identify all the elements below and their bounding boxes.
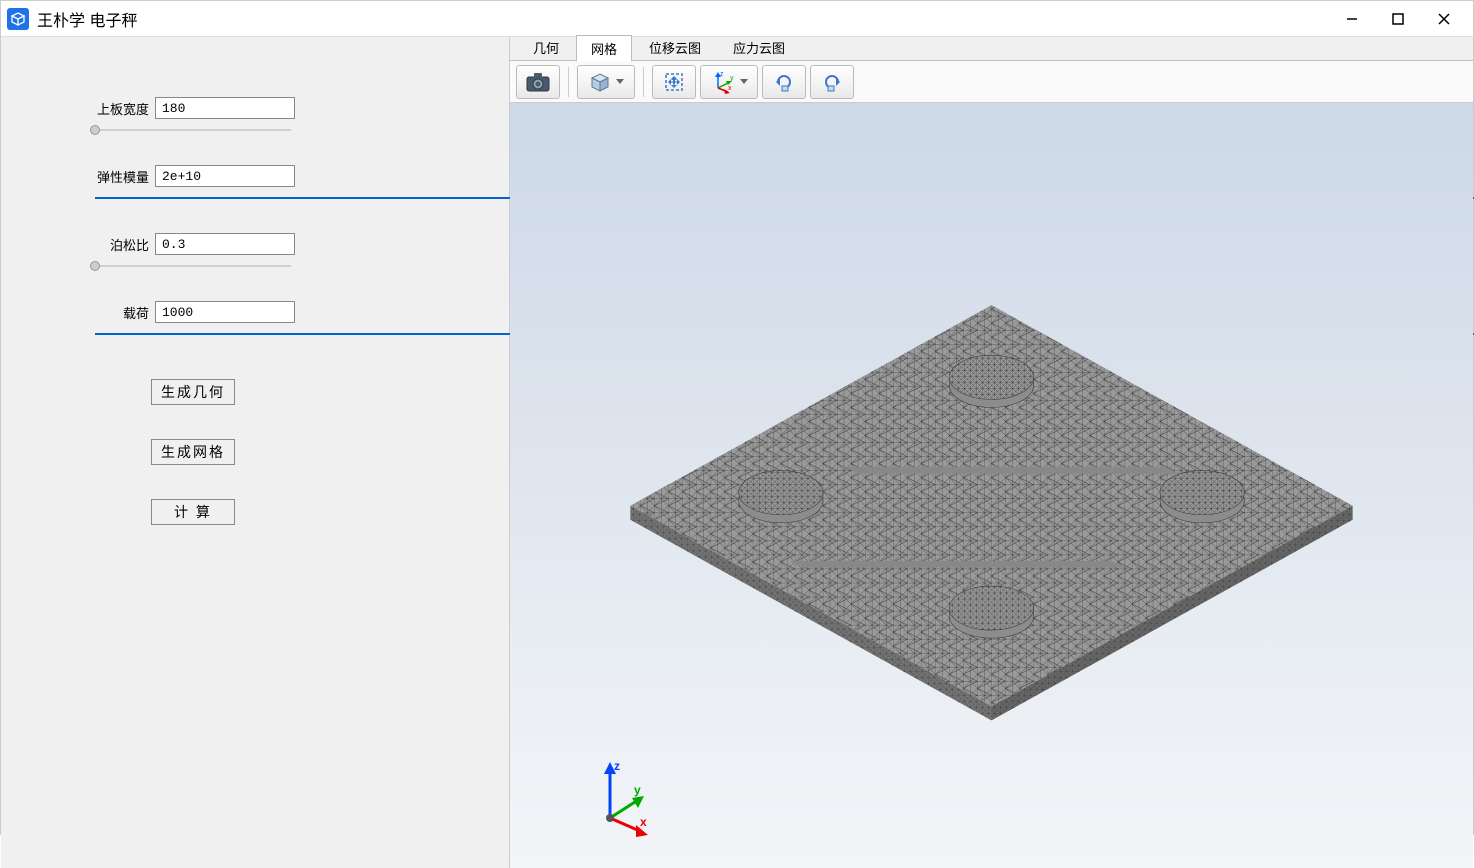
- viewport-3d[interactable]: z y x: [510, 103, 1473, 868]
- rotate-cw-button[interactable]: [810, 65, 854, 99]
- generate-mesh-button[interactable]: 生成网格: [151, 439, 235, 465]
- axis-triad: z y x: [590, 758, 650, 818]
- modulus-slider[interactable]: [95, 193, 291, 203]
- chevron-down-icon: [616, 79, 624, 84]
- load-input[interactable]: [155, 301, 295, 323]
- minimize-button[interactable]: [1329, 1, 1375, 37]
- width-slider[interactable]: [95, 125, 291, 135]
- load-slider[interactable]: [95, 329, 291, 339]
- width-input[interactable]: [155, 97, 295, 119]
- camera-button[interactable]: [516, 65, 560, 99]
- svg-text:x: x: [640, 815, 647, 829]
- sidebar: 上板宽度 弹性模量: [1, 37, 509, 868]
- window-title: 王朴学 电子秤: [37, 7, 137, 31]
- svg-text:x: x: [728, 85, 732, 92]
- tab-stress[interactable]: 应力云图: [718, 34, 800, 60]
- svg-text:y: y: [730, 75, 734, 82]
- svg-text:z: z: [720, 71, 724, 78]
- modulus-label: 弹性模量: [89, 167, 149, 186]
- fit-view-button[interactable]: [652, 65, 696, 99]
- svg-text:z: z: [614, 759, 620, 773]
- maximize-button[interactable]: [1375, 1, 1421, 37]
- poisson-label: 泊松比: [89, 235, 149, 254]
- app-icon: [7, 8, 29, 30]
- tab-displacement[interactable]: 位移云图: [634, 34, 716, 60]
- view-cube-button[interactable]: [577, 65, 635, 99]
- close-button[interactable]: [1421, 1, 1467, 37]
- modulus-input[interactable]: [155, 165, 295, 187]
- poisson-slider[interactable]: [95, 261, 291, 271]
- tab-bar: 几何 网格 位移云图 应力云图: [510, 37, 1473, 61]
- tab-mesh[interactable]: 网格: [576, 35, 632, 61]
- load-label: 载荷: [89, 303, 149, 322]
- poisson-input[interactable]: [155, 233, 295, 255]
- compute-button[interactable]: 计 算: [151, 499, 235, 525]
- main-panel: 几何 网格 位移云图 应力云图: [509, 37, 1473, 868]
- tab-geometry[interactable]: 几何: [518, 34, 574, 60]
- rotate-ccw-button[interactable]: [762, 65, 806, 99]
- toolbar: z y x: [510, 61, 1473, 103]
- axes-orientation-button[interactable]: z y x: [700, 65, 758, 99]
- titlebar: 王朴学 电子秤: [1, 1, 1473, 37]
- svg-text:y: y: [634, 783, 641, 797]
- generate-geometry-button[interactable]: 生成几何: [151, 379, 235, 405]
- chevron-down-icon: [740, 79, 748, 84]
- width-label: 上板宽度: [89, 99, 149, 118]
